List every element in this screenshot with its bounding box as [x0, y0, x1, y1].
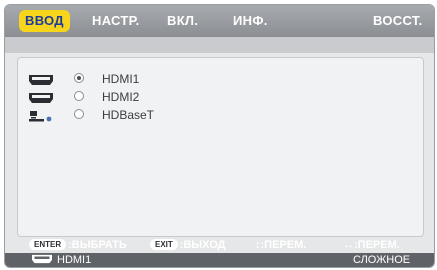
projector-osd-menu: ВВОД НАСТР. ВКЛ. ИНФ. ВОССТ. HDMI1 HDMI2: [4, 4, 435, 268]
key-hint-bar: ENTER:ВЫБРАТЬ EXIT:ВЫХОД ↕:ПЕРЕМ. ↔:ПЕРЕ…: [5, 238, 434, 253]
tab-reset[interactable]: ВОССТ.: [373, 10, 423, 32]
enter-key-icon: ENTER: [29, 239, 67, 250]
leftright-hint: ↔:ПЕРЕМ.: [343, 239, 400, 251]
input-label: HDMI1: [102, 72, 140, 86]
status-bar: HDMI1 СЛОЖНОЕ: [5, 253, 434, 267]
tab-setup[interactable]: НАСТР.: [92, 10, 140, 32]
tab-info[interactable]: ИНФ.: [233, 10, 268, 32]
menu-tab-bar: ВВОД НАСТР. ВКЛ. ИНФ. ВОССТ.: [5, 5, 434, 37]
input-list-panel: HDMI1 HDMI2 HDBaseT: [17, 57, 424, 237]
hdbaset-icon: [28, 109, 54, 122]
input-label: HDBaseT: [102, 108, 155, 122]
hdmi-icon: [31, 254, 53, 267]
enter-hint-label: :ВЫБРАТЬ: [68, 239, 127, 251]
input-row-hdmi2[interactable]: HDMI2: [28, 88, 328, 106]
radio-button[interactable]: [74, 91, 84, 101]
input-row-hdmi1[interactable]: HDMI1: [28, 70, 328, 88]
input-row-hdbaset[interactable]: HDBaseT: [28, 106, 328, 124]
current-input-label: HDMI1: [57, 254, 92, 266]
menu-mode-label: СЛОЖНОЕ: [353, 254, 411, 266]
input-label: HDMI2: [102, 90, 140, 104]
radio-button-selected[interactable]: [74, 73, 84, 83]
exit-hint: EXIT:ВЫХОД: [150, 238, 225, 253]
enter-hint: ENTER:ВЫБРАТЬ: [29, 238, 127, 253]
exit-key-icon: EXIT: [150, 239, 178, 250]
exit-hint-label: :ВЫХОД: [179, 239, 226, 251]
hdmi-icon: [28, 73, 54, 85]
radio-button[interactable]: [74, 109, 84, 119]
updown-hint: ↕:ПЕРЕМ.: [255, 239, 307, 251]
tab-on[interactable]: ВКЛ.: [167, 10, 198, 32]
tab-input[interactable]: ВВОД: [19, 10, 70, 32]
hdmi-icon: [28, 91, 54, 103]
header-separator: [5, 37, 434, 53]
